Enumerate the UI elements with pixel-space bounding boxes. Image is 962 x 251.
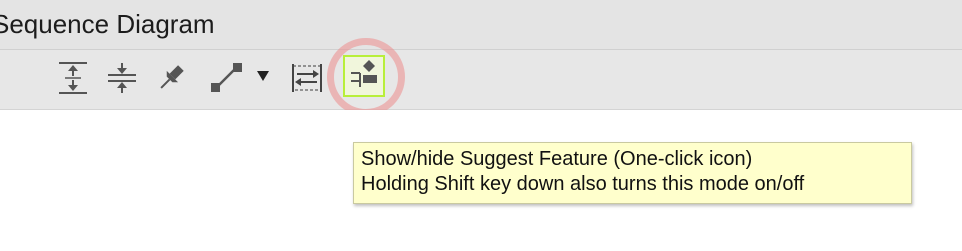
expand-space-button[interactable] [55, 60, 91, 96]
suggest-feature-button[interactable] [343, 55, 385, 97]
tooltip-line-2: Holding Shift key down also turns this m… [361, 173, 805, 195]
connector-dropdown-button[interactable] [256, 68, 270, 88]
title-bar: Sequence Diagram [0, 0, 962, 50]
pin-icon [153, 60, 189, 96]
toolbar [0, 50, 962, 110]
connector-button[interactable] [208, 60, 244, 96]
collapse-space-button[interactable] [104, 60, 140, 96]
suggest-feature-icon [347, 57, 381, 96]
tooltip: Show/hide Suggest Feature (One-click ico… [353, 142, 912, 204]
expand-space-icon [55, 60, 91, 96]
pin-button[interactable] [153, 60, 189, 96]
fit-frame-button[interactable] [289, 60, 325, 96]
connector-dropdown-icon [256, 69, 270, 87]
fit-frame-icon [289, 60, 325, 96]
connector-icon [208, 60, 244, 96]
collapse-space-icon [104, 60, 140, 96]
tooltip-line-1: Show/hide Suggest Feature (One-click ico… [361, 148, 753, 170]
window-title: Sequence Diagram [0, 9, 215, 39]
